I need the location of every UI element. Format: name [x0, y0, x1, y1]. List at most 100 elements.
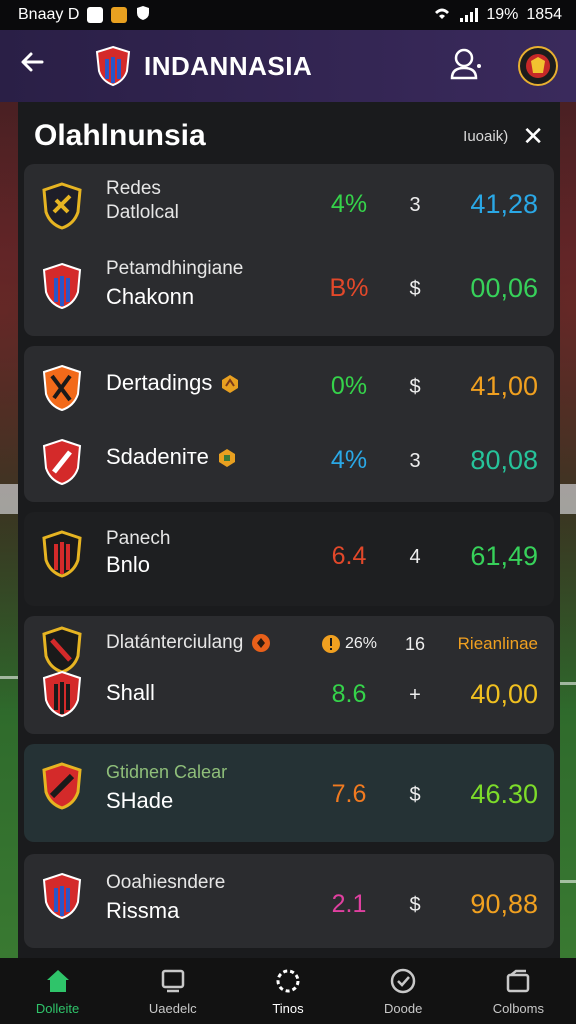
match-row[interactable]: Panech Bnlo 6.4 4 61,49	[24, 528, 554, 588]
match-row[interactable]: Petamdhingiane Chakonn B% $ 00,06	[24, 258, 554, 318]
team-name: Redes	[106, 178, 161, 199]
win-percentage: 26%	[314, 634, 384, 654]
nav-label: Colboms	[492, 1000, 544, 1016]
tv-icon	[161, 969, 185, 992]
odds-value[interactable]: 41,00	[428, 371, 538, 402]
win-percentage: B%	[329, 274, 369, 302]
nav-item-home[interactable]: Dolleite	[3, 967, 113, 1016]
nav-item-tinos[interactable]: Tinos	[233, 967, 343, 1016]
match-card[interactable]: Dertadings 0% $ 41,00 Sdadeniте 4% 3 80,…	[24, 346, 554, 502]
app-notification-icon	[111, 7, 128, 23]
status-left-text: Bnaay D	[18, 6, 80, 23]
team-name: Panech	[106, 528, 171, 549]
score-value: $	[409, 376, 421, 398]
arrow-left-icon	[21, 52, 44, 72]
team-crest-icon	[42, 438, 82, 486]
match-row[interactable]: Shall 8.6 + 40,00	[24, 668, 554, 728]
match-card[interactable]: Ooahiesndere Rissma 2.1 $ 90,88	[24, 854, 554, 948]
team-crest-icon	[42, 182, 82, 230]
nav-label: Uaedelc	[148, 1000, 197, 1016]
win-percentage: 4%	[330, 446, 368, 474]
team-crest-icon	[42, 262, 82, 310]
score-value: $	[409, 278, 421, 300]
match-row[interactable]: Gtidnen Calear SHade 7.6 $ 46.30	[24, 762, 554, 822]
close-button[interactable]: ✕	[522, 121, 544, 152]
dotted-circle-icon	[276, 969, 300, 992]
score-value: 4	[409, 546, 421, 568]
team-name: Ooahiesndere	[106, 872, 226, 893]
team-name: Petamdhingiane	[106, 258, 244, 279]
win-percentage: 7.6	[331, 780, 367, 808]
wallet-icon	[507, 969, 530, 992]
signal-icon	[460, 8, 479, 22]
user-icon	[450, 48, 481, 80]
nav-label: Tinos	[272, 1000, 304, 1016]
shield-icon	[135, 5, 151, 26]
score-value: $	[409, 894, 421, 916]
team-name: Gtidnen Calear	[106, 762, 228, 782]
win-percentage: 4%	[330, 190, 368, 218]
matches-panel: Olahlnunsia Iuoaik) ✕ Redes Datlolcal 4%…	[18, 102, 560, 958]
odds-value[interactable]: 40,00	[428, 679, 538, 710]
badge-icon	[218, 449, 235, 468]
panel-link[interactable]: Iuoaik)	[463, 128, 508, 145]
nav-item-colboms[interactable]: Colboms	[463, 967, 573, 1016]
match-row[interactable]: Ooahiesndere Rissma 2.1 $ 90,88	[24, 870, 554, 930]
badge-icon	[222, 375, 239, 394]
win-percentage: 0%	[330, 372, 368, 400]
team-name: Shall	[106, 680, 155, 705]
nav-item-doode[interactable]: Doode	[348, 967, 458, 1016]
battery-level: 19%	[486, 6, 519, 23]
match-card[interactable]: Panech Bnlo 6.4 4 61,49	[24, 512, 554, 606]
home-icon	[46, 969, 69, 992]
profile-button[interactable]	[448, 46, 488, 86]
team-name: Dlatánterciulang	[106, 632, 271, 654]
score-value: +	[409, 684, 421, 706]
match-row[interactable]: Redes Datlolcal 4% 3 41,28	[24, 178, 554, 238]
nav-label: Dolleite	[35, 1000, 80, 1016]
win-percentage: 6.4	[331, 542, 367, 570]
match-row[interactable]: Dertadings 0% $ 41,00	[24, 360, 554, 420]
status-bar: Bnaay D 19% 1854	[0, 0, 576, 30]
back-button[interactable]	[18, 48, 62, 84]
notification-icon	[87, 7, 104, 23]
odds-value[interactable]: 46.30	[428, 779, 538, 810]
team-crest-icon	[42, 364, 82, 412]
score-value: $	[409, 784, 421, 806]
match-card[interactable]: Gtidnen Calear SHade 7.6 $ 46.30	[24, 744, 554, 842]
odds-value[interactable]: 61,49	[428, 541, 538, 572]
win-percentage: 2.1	[331, 890, 367, 918]
match-card[interactable]: Dlatánterciulang 26% 16 Rieanlinae Shall…	[24, 616, 554, 734]
panel-header: Olahlnunsia Iuoaik) ✕	[34, 116, 544, 156]
bottom-nav: Dolleite Uaedelc Tinos Doode Colboms	[0, 958, 576, 1024]
team-name: Chakonn	[106, 284, 195, 309]
team-name: Datlolcal	[106, 202, 179, 223]
odds-value[interactable]: 00,06	[428, 273, 538, 304]
team-crest-icon	[42, 872, 82, 920]
nav-item-tv[interactable]: Uaedelc	[118, 967, 228, 1016]
team-name: Bnlo	[106, 552, 151, 577]
clock: 1854	[526, 6, 562, 23]
alert-icon	[321, 635, 340, 653]
team-crest-icon	[42, 670, 82, 718]
score-value: 3	[409, 450, 421, 472]
odds-value[interactable]: 80,08	[428, 445, 538, 476]
team-name: SHade	[106, 788, 174, 813]
avatar[interactable]	[518, 46, 558, 86]
badge-icon	[252, 633, 271, 652]
app-bar: INDANNASIA	[0, 30, 576, 102]
team-name: Rissma	[106, 898, 180, 923]
app-title: INDANNASIA	[144, 50, 313, 81]
score-value: 16	[404, 634, 426, 654]
team-name: Sdadeniте	[106, 444, 237, 470]
team-crest-icon	[95, 45, 131, 87]
match-card[interactable]: Redes Datlolcal 4% 3 41,28 Petamdhingian…	[24, 164, 554, 336]
club-logo-icon	[526, 54, 550, 78]
close-icon: ✕	[522, 120, 544, 151]
check-circle-icon	[390, 968, 416, 993]
odds-value[interactable]: 41,28	[428, 189, 538, 220]
odds-value[interactable]: 90,88	[428, 889, 538, 920]
match-row[interactable]: Sdadeniте 4% 3 80,08	[24, 434, 554, 494]
score-value: 3	[409, 194, 421, 216]
panel-title: Olahlnunsia	[34, 119, 206, 152]
